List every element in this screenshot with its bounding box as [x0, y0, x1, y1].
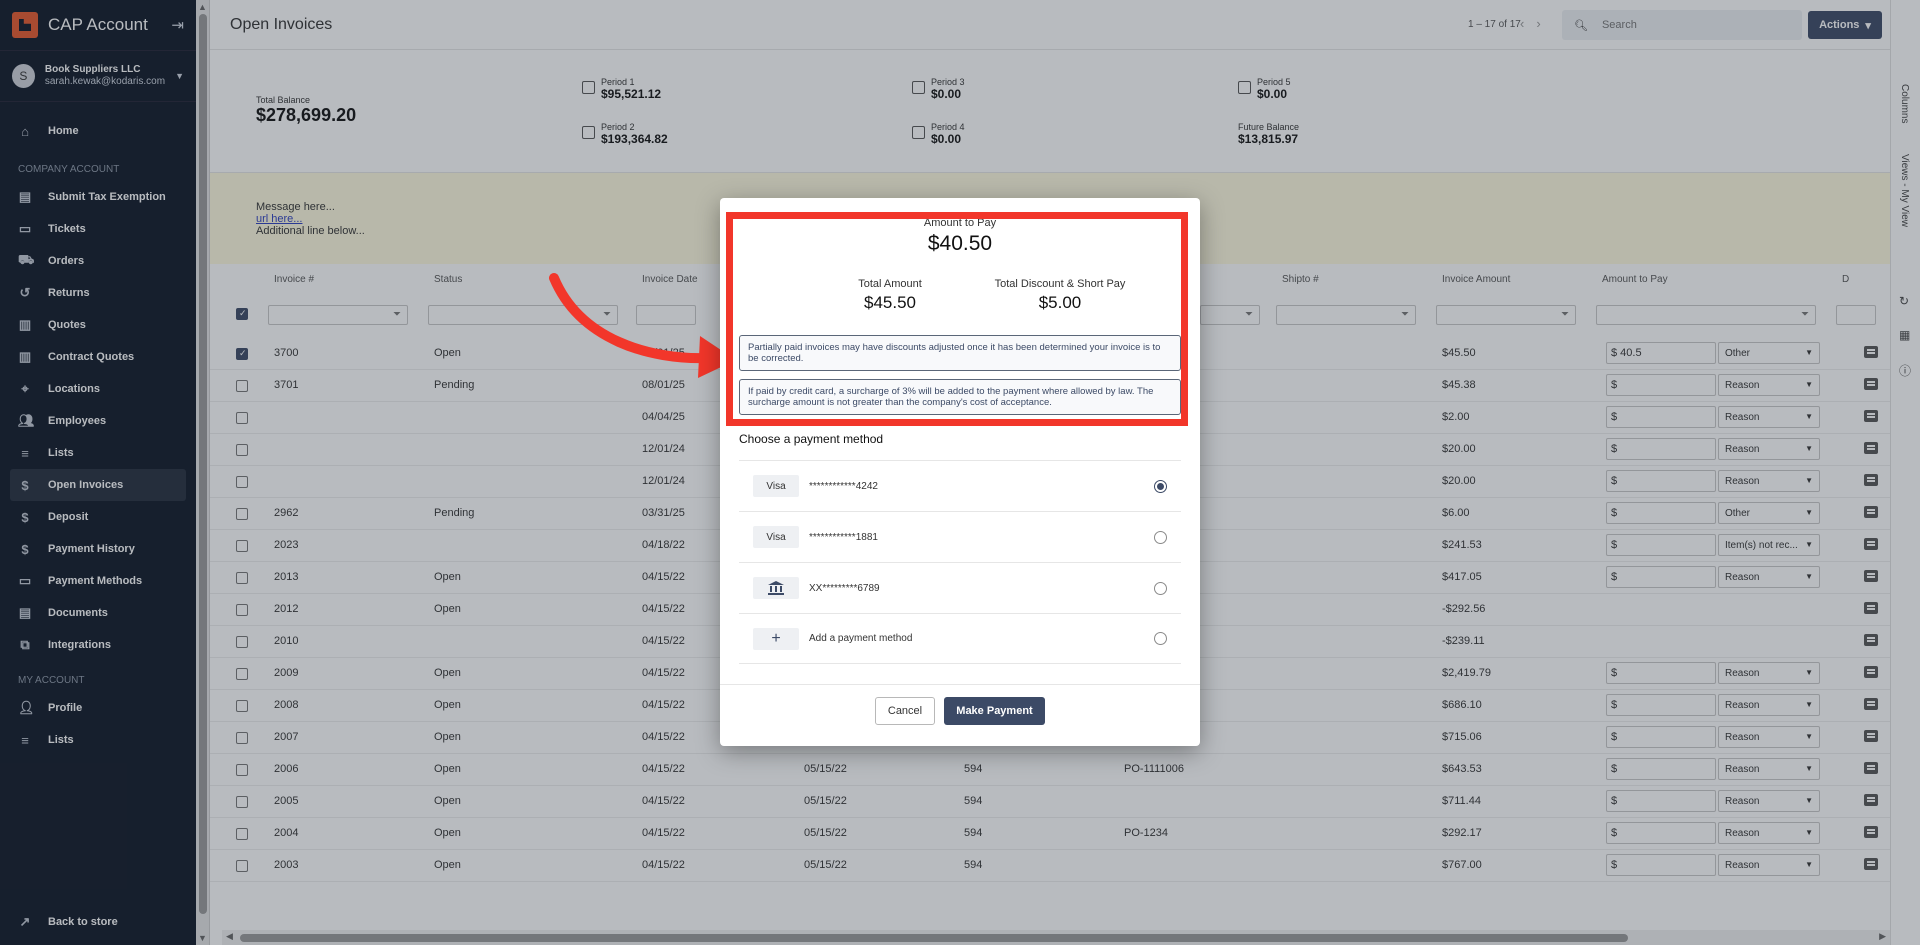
payment-radio[interactable]: [1154, 632, 1167, 645]
card-brand-label: Visa: [753, 475, 799, 497]
payment-method-bank-6789[interactable]: XX*********6789: [739, 562, 1181, 613]
annotation-arrow-icon: [549, 273, 736, 378]
card-brand-label: Visa: [753, 526, 799, 548]
payment-method-text: ************1881: [809, 531, 878, 543]
payment-method-heading: Choose a payment method: [739, 432, 884, 446]
payment-radio[interactable]: [1154, 581, 1167, 595]
payment-method-text: XX*********6789: [809, 582, 880, 594]
cancel-button[interactable]: Cancel: [875, 697, 935, 725]
payment-dialog: Amount to Pay $40.50 Total Amount $45.50…: [720, 198, 1200, 746]
plus-icon: +: [753, 627, 799, 650]
payment-radio[interactable]: [1154, 530, 1167, 544]
add-payment-method[interactable]: + Add a payment method: [739, 613, 1181, 664]
highlight-box: [726, 212, 1188, 426]
dialog-footer-divider: [720, 684, 1200, 685]
make-payment-button[interactable]: Make Payment: [944, 697, 1045, 725]
bank-icon: [753, 577, 799, 599]
payment-method-text: Add a payment method: [809, 633, 913, 644]
payment-method-text: ************4242: [809, 480, 878, 492]
payment-radio[interactable]: [1154, 479, 1167, 493]
payment-method-visa-4242[interactable]: Visa ************4242: [739, 460, 1181, 511]
payment-method-visa-1881[interactable]: Visa ************1881: [739, 511, 1181, 562]
app-root: CAP Account ⇥ S Book Suppliers LLC sarah…: [0, 0, 1920, 945]
